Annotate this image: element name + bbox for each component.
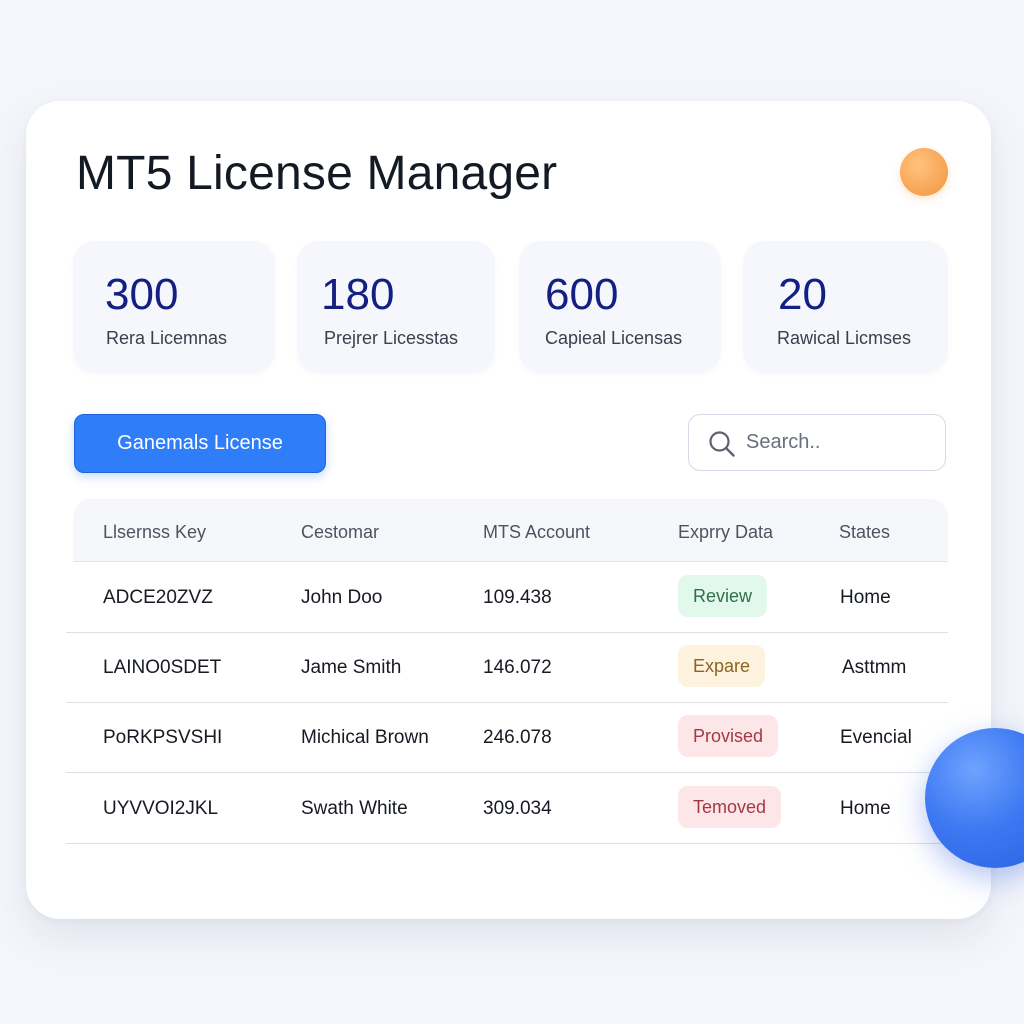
customer-cell: Jame Smith <box>301 657 402 678</box>
status-cell: Home <box>840 798 891 819</box>
stat-label: Rawical Licmses <box>777 328 912 348</box>
account-cell: 146.072 <box>483 657 552 678</box>
stat-card-rera: 300 Rera Licemnas <box>73 241 275 373</box>
account-cell: 246.078 <box>483 727 552 748</box>
search-box[interactable] <box>688 414 946 471</box>
generate-license-button[interactable]: Ganemals License <box>74 414 326 473</box>
column-header-customer[interactable]: Cestomar <box>301 521 379 543</box>
license-key-cell: PoRKPSVSHI <box>103 727 223 748</box>
table-row[interactable]: UYVVOI2JKL Swath White 309.034 Temoved H… <box>66 773 948 844</box>
expiry-badge-removed: Temoved <box>678 786 782 828</box>
customer-cell: Swath White <box>301 798 408 819</box>
table-header: Llsernss Key Cestomar MTS Account Exprry… <box>73 499 948 562</box>
status-cell: Home <box>840 587 891 608</box>
status-cell: Asttmm <box>842 657 907 678</box>
column-header-status[interactable]: States <box>839 521 890 543</box>
stat-value: 600 <box>545 270 619 319</box>
stat-label: Rera Licemnas <box>106 328 228 348</box>
expiry-badge-review: Review <box>678 575 768 617</box>
table-row[interactable]: ADCE20ZVZ John Doo 109.438 Review Home <box>66 562 948 633</box>
search-icon <box>709 431 735 457</box>
app-stage: MT5 License Manager 300 Rera Licemnas 18… <box>0 0 1024 1024</box>
stat-card-rawical: 20 Rawical Licmses <box>743 241 948 373</box>
column-header-expiry-date[interactable]: Exprry Data <box>678 521 773 543</box>
expiry-badge-provised: Provised <box>678 715 779 757</box>
license-key-cell: LAINO0SDET <box>103 657 222 678</box>
license-manager-card: MT5 License Manager 300 Rera Licemnas 18… <box>26 101 991 919</box>
account-cell: 309.034 <box>483 798 552 819</box>
stat-label: Capieal Licensas <box>545 328 683 348</box>
table-row[interactable]: PoRKPSVSHI Michical Brown 246.078 Provis… <box>66 702 948 773</box>
customer-cell: Michical Brown <box>301 727 429 748</box>
column-header-mt5-account[interactable]: MTS Account <box>483 521 590 543</box>
expiry-badge-expare: Expare <box>678 645 766 687</box>
customer-cell: John Doo <box>301 587 383 608</box>
status-cell: Evencial <box>840 727 912 748</box>
license-key-cell: UYVVOI2JKL <box>103 798 219 819</box>
account-cell: 109.438 <box>483 587 552 608</box>
stat-card-capieal: 600 Capieal Licensas <box>519 241 721 373</box>
stat-value: 300 <box>105 270 179 319</box>
stat-label: Prejrer Licesstas <box>324 328 459 348</box>
stat-value: 20 <box>778 270 827 319</box>
table-row[interactable]: LAINO0SDET Jame Smith 146.072 Expare Ast… <box>66 632 948 703</box>
stat-card-prejrer: 180 Prejrer Licesstas <box>297 241 495 373</box>
user-avatar[interactable] <box>900 148 948 196</box>
stat-value: 180 <box>321 270 395 319</box>
column-header-license-key[interactable]: Llsernss Key <box>103 521 206 543</box>
license-key-cell: ADCE20ZVZ <box>103 587 213 608</box>
page-title: MT5 License Manager <box>76 147 558 200</box>
search-input[interactable] <box>746 425 931 459</box>
